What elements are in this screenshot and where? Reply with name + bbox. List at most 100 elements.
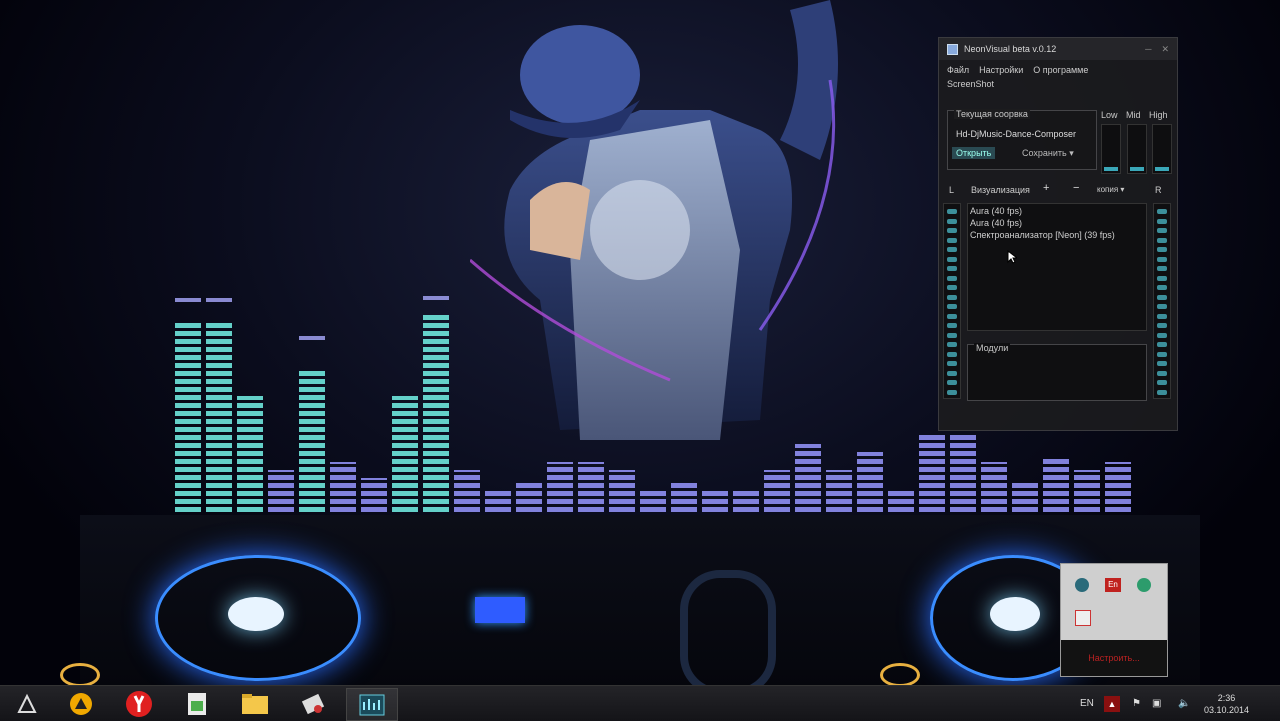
orange-knob-right [880,663,920,687]
tool-icon [301,693,325,714]
copy-dropdown[interactable]: копия ▾ [1097,185,1124,194]
vu-segment [947,247,957,252]
chevron-down-icon[interactable]: ▾ [1069,148,1074,158]
vu-segment [1157,228,1167,233]
visualization-list[interactable]: Aura (40 fps) Aura (40 fps) Спектроанали… [967,203,1147,331]
vu-segment [947,228,957,233]
action-center-icon[interactable]: ⚑ [1132,686,1141,721]
yandex-browser-icon [126,690,152,717]
taskbar-yandex-browser[interactable] [114,688,164,719]
vu-segment [947,313,957,319]
network-icon[interactable]: ▣ [1152,686,1161,721]
vu-segment [947,351,957,357]
eq-bar [857,452,883,520]
vu-segment [947,361,957,366]
vu-segment [1157,285,1167,290]
globe-tray-icon[interactable] [1075,578,1089,592]
language-indicator[interactable]: EN [1080,686,1094,721]
eq-mid-slider[interactable] [1127,124,1147,174]
taskbar-neonvisual[interactable] [346,688,398,721]
taskbar-tool[interactable] [288,688,338,719]
orange-knob-left [60,663,100,687]
clock-date: 03.10.2014 [1204,704,1250,715]
shield-tray-icon[interactable] [1137,578,1151,592]
vu-segment [947,218,957,224]
eq-bar [237,396,263,520]
remove-visualization-button[interactable]: − [1073,182,1079,194]
list-item[interactable]: Спектроанализатор [Neon] (39 fps) [968,228,1146,240]
vu-segment [1157,247,1167,252]
list-item[interactable]: Aura (40 fps) [968,216,1146,228]
start-button[interactable] [2,688,52,719]
vu-segment [947,380,957,385]
neonvisual-window[interactable]: NeonVisual beta v.0.12 ─ ✕ Файл Настройк… [938,37,1178,431]
eq-mid-label: Mid [1126,110,1141,120]
eq-high-slider[interactable] [1152,124,1172,174]
minimize-icon[interactable]: ─ [1145,44,1151,55]
menu-settings[interactable]: Настройки [979,65,1023,75]
app-icon [947,43,958,55]
eq-bar [361,478,387,520]
modules-label: Модули [974,343,1011,353]
menu-bar: Файл Настройки О программе [939,60,1177,75]
customize-link[interactable]: Настроить... [1088,653,1139,663]
vu-segment [947,209,957,214]
vu-segment [1157,361,1167,366]
tray-expand-button[interactable]: ▲ [1104,686,1120,721]
lingvo-tray-icon[interactable]: En [1105,578,1121,592]
eq-bar [764,470,790,520]
eq-peak [299,336,325,340]
vu-segment [947,285,957,290]
eq-bar [950,434,976,520]
update-tray-icon[interactable] [1075,610,1091,626]
customize-area: Настроить... [1061,640,1167,676]
clock-time: 2:36 [1217,692,1236,703]
start-icon [17,693,37,713]
eq-bar [206,322,232,520]
vu-segment [1157,294,1167,300]
aimp-icon [70,692,92,715]
composition-group: Текущая соорвка Hd-DjMusic-Dance-Compose… [947,109,1097,170]
eq-low-slider[interactable] [1101,124,1121,174]
eq-low-label: Low [1101,110,1118,120]
vu-segment [947,294,957,300]
taskbar-aimp[interactable] [56,688,106,719]
eq-bar [175,322,201,520]
eq-bar [1074,470,1100,520]
eq-high-label: High [1149,110,1168,120]
vu-segment [1157,304,1167,309]
list-item[interactable]: Aura (40 fps) [968,204,1146,216]
taskbar: EN ▲ ⚑ ▣ 🔈 2:36 03.10.2014 [0,685,1280,721]
eq-bar [1012,480,1038,520]
menu-screenshot[interactable]: ScreenShot [939,75,1177,93]
eq-bar [1105,462,1131,520]
taskbar-explorer[interactable] [230,688,280,719]
close-icon[interactable]: ✕ [1161,44,1169,55]
menu-file[interactable]: Файл [947,65,969,75]
vu-segment [1157,351,1167,357]
vu-segment [947,275,957,281]
eq-bar [609,470,635,520]
eq-bar [454,470,480,520]
volume-icon[interactable]: 🔈 [1178,686,1190,721]
vu-segment [1157,342,1167,347]
taskbar-image-viewer[interactable] [172,688,222,719]
vu-segment [947,266,957,271]
eq-bar [671,480,697,520]
menu-about[interactable]: О программе [1033,65,1088,75]
open-button[interactable]: Открыть [952,147,996,159]
image-viewer-icon [188,692,206,715]
save-button[interactable]: Сохранить ▾ [1018,147,1078,160]
headphones [680,570,776,696]
vu-segment [947,256,957,262]
window-titlebar[interactable]: NeonVisual beta v.0.12 ─ ✕ [939,38,1177,60]
eq-bar [547,462,573,520]
vu-segment [947,304,957,309]
left-vu-meter [943,203,961,399]
left-turntable-center [228,597,284,631]
eq-bar [981,462,1007,520]
add-visualization-button[interactable]: + [1043,182,1049,194]
vu-segment [1157,323,1167,328]
vu-segment [947,332,957,338]
clock[interactable]: 2:36 03.10.2014 [1204,686,1249,721]
